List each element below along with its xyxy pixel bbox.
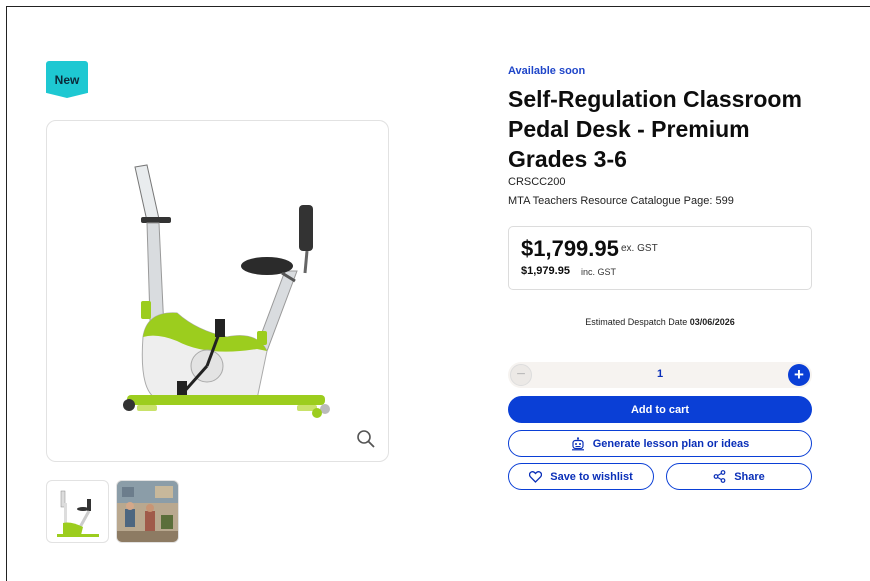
add-to-cart-button[interactable]: Add to cart [508,396,812,423]
quantity-stepper: − 1 + [508,362,812,388]
share-label: Share [734,470,765,483]
price-ex-gst: $1,799.95 [521,236,619,261]
pedal-desk-illustration [123,164,330,418]
availability-status: Available soon [508,65,586,77]
quantity-value[interactable]: 1 [508,368,812,380]
product-title: Self-Regulation Classroom Pedal Desk - P… [508,86,802,172]
save-to-wishlist-button[interactable]: Save to wishlist [508,463,654,490]
product-main-image[interactable] [46,120,389,462]
save-to-wishlist-label: Save to wishlist [550,470,633,483]
price-inc-gst: $1,979.95 [521,265,570,277]
plus-icon[interactable]: + [788,364,810,386]
despatch-date-value: 03/06/2026 [689,317,735,327]
heart-icon [529,470,543,483]
generate-lesson-plan-label: Generate lesson plan or ideas [592,437,750,450]
new-badge-label: New [54,73,80,87]
share-button[interactable]: Share [666,463,812,490]
catalogue-page: MTA Teachers Resource Catalogue Page: 59… [508,195,734,207]
thumbnail-bike-image [57,490,99,537]
share-icon [713,470,726,483]
product-sku: CRSCC200 [508,176,566,188]
price-inc-gst-label: inc. GST [581,267,617,277]
thumbnail-bike[interactable] [46,480,109,543]
despatch-date: Estimated Despatch Date 03/06/2026 [508,317,812,327]
zoom-icon[interactable] [356,429,376,449]
add-to-cart-label: Add to cart [630,403,690,416]
thumbnail-classroom[interactable] [116,480,179,543]
robot-icon [571,436,584,450]
thumbnail-classroom-image [117,481,178,542]
despatch-label: Estimated Despatch Date [585,317,688,327]
price-box: $1,799.95 ex. GST $1,979.95 inc. GST [508,226,812,290]
new-badge: New [46,61,88,98]
price-ex-gst-label: ex. GST [621,243,658,254]
generate-lesson-plan-button[interactable]: Generate lesson plan or ideas [508,430,812,457]
